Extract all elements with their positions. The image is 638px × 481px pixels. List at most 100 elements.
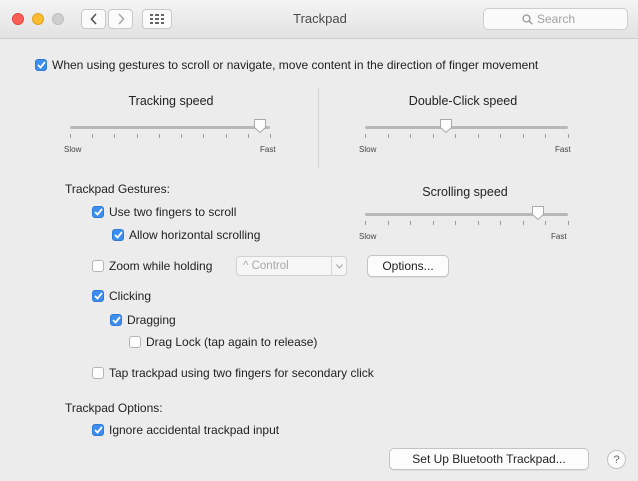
double-click-speed-title: Double-Click speed [408, 94, 518, 108]
checkbox-checked[interactable] [35, 59, 47, 71]
slider-tick [477, 221, 479, 225]
slider-tick [92, 134, 94, 138]
checkbox-unchecked[interactable] [129, 336, 141, 348]
slider-tick [432, 134, 434, 138]
ignore-accidental-input-label: Ignore accidental trackpad input [109, 423, 280, 437]
window-title: Trackpad [293, 11, 347, 26]
checkbox-checked[interactable] [92, 424, 104, 436]
slider-tick [136, 134, 138, 138]
popup-arrow [331, 257, 346, 275]
chevron-left-icon [89, 13, 97, 25]
show-all-button[interactable] [142, 9, 172, 29]
natural-scroll-label: When using gestures to scroll or navigat… [52, 58, 539, 72]
checkbox-unchecked[interactable] [92, 260, 104, 272]
search-input[interactable] [537, 12, 589, 26]
slider-tick [522, 134, 524, 138]
checkmark-icon [93, 292, 103, 300]
tracking-speed-slow-label: Slow [64, 145, 82, 154]
zoom-while-holding-label: Zoom while holding [109, 259, 213, 273]
help-button[interactable]: ? [607, 450, 626, 469]
zoom-window-button[interactable] [52, 13, 64, 25]
search-field[interactable] [483, 8, 628, 30]
scrolling-speed-fast-label: Fast [551, 232, 567, 241]
search-icon [522, 13, 533, 25]
slider-tick [477, 134, 479, 138]
trackpad-preferences-window: Trackpad When using gestures to scroll o… [0, 0, 638, 481]
zoom-options-button[interactable]: Options... [367, 255, 449, 277]
scrolling-speed-knob[interactable] [531, 205, 545, 221]
slider-tick [181, 134, 183, 138]
tracking-speed-title: Tracking speed [128, 94, 214, 108]
secondary-click-label: Tap trackpad using two fingers for secon… [109, 366, 374, 380]
slider-tick [500, 134, 502, 138]
drag-lock-label: Drag Lock (tap again to release) [146, 335, 318, 349]
slider-tick [455, 221, 457, 225]
slider-tick [410, 221, 412, 225]
secondary-click-checkbox[interactable]: Tap trackpad using two fingers for secon… [92, 366, 374, 380]
checkmark-icon [36, 61, 46, 69]
zoom-while-holding-checkbox[interactable]: Zoom while holding [92, 259, 212, 273]
trackpad-gestures-header: Trackpad Gestures: [65, 182, 170, 196]
slider-tick [500, 221, 502, 225]
checkmark-icon [113, 231, 123, 239]
chevron-down-icon [335, 263, 343, 269]
double-click-speed-fast-label: Fast [555, 145, 571, 154]
slider-tick [114, 134, 116, 138]
zoom-modifier-value: ^ Control [243, 260, 289, 272]
two-finger-scroll-checkbox[interactable]: Use two fingers to scroll [92, 205, 236, 219]
clicking-checkbox[interactable]: Clicking [92, 289, 151, 303]
slider-tick [410, 134, 412, 138]
checkbox-checked[interactable] [112, 229, 124, 241]
scrolling-speed-title: Scrolling speed [422, 185, 508, 199]
trackpad-options-header: Trackpad Options: [65, 401, 163, 415]
title-bar: Trackpad [0, 0, 638, 39]
checkmark-icon [93, 426, 103, 434]
slider-tick [365, 134, 366, 138]
slider-tick [545, 221, 547, 225]
checkbox-unchecked[interactable] [92, 367, 104, 379]
horizontal-scroll-label: Allow horizontal scrolling [129, 228, 261, 242]
zoom-modifier-popup[interactable]: ^ Control [236, 256, 347, 276]
double-click-speed-slow-label: Slow [359, 145, 377, 154]
slider-tick [455, 134, 457, 138]
forward-button[interactable] [108, 9, 133, 29]
checkbox-checked[interactable] [110, 314, 122, 326]
checkbox-checked[interactable] [92, 290, 104, 302]
slider-tick [247, 134, 249, 138]
double-click-speed-track[interactable] [365, 126, 568, 129]
dragging-label: Dragging [127, 313, 176, 327]
slider-tick [387, 221, 389, 225]
slider-tick [568, 221, 569, 225]
slider-tick [70, 134, 71, 138]
slider-tick [203, 134, 205, 138]
ignore-accidental-input-checkbox[interactable]: Ignore accidental trackpad input [92, 423, 279, 437]
drag-lock-checkbox[interactable]: Drag Lock (tap again to release) [129, 335, 317, 349]
slider-tick [568, 134, 569, 138]
checkmark-icon [93, 208, 103, 216]
chevron-right-icon [117, 13, 125, 25]
horizontal-scroll-checkbox[interactable]: Allow horizontal scrolling [112, 228, 260, 242]
slider-tick [522, 221, 524, 225]
slider-tick [270, 134, 271, 138]
slider-tick [432, 221, 434, 225]
tracking-speed-knob[interactable] [253, 118, 267, 134]
slider-tick [387, 134, 389, 138]
natural-scroll-checkbox[interactable]: When using gestures to scroll or navigat… [35, 58, 538, 72]
slider-tick [225, 134, 227, 138]
double-click-speed-knob[interactable] [439, 118, 453, 134]
close-window-button[interactable] [12, 13, 24, 25]
grid-icon [150, 14, 164, 24]
checkmark-icon [111, 316, 121, 324]
checkbox-checked[interactable] [92, 206, 104, 218]
dragging-checkbox[interactable]: Dragging [110, 313, 176, 327]
section-divider [318, 88, 319, 168]
tracking-speed-fast-label: Fast [260, 145, 276, 154]
set-up-bluetooth-trackpad-button[interactable]: Set Up Bluetooth Trackpad... [389, 448, 589, 470]
slider-tick [545, 134, 547, 138]
back-button[interactable] [81, 9, 106, 29]
clicking-label: Clicking [109, 289, 152, 303]
tracking-speed-track[interactable] [70, 126, 270, 129]
slider-tick [158, 134, 160, 138]
minimize-window-button[interactable] [32, 13, 44, 25]
slider-tick [365, 221, 366, 225]
